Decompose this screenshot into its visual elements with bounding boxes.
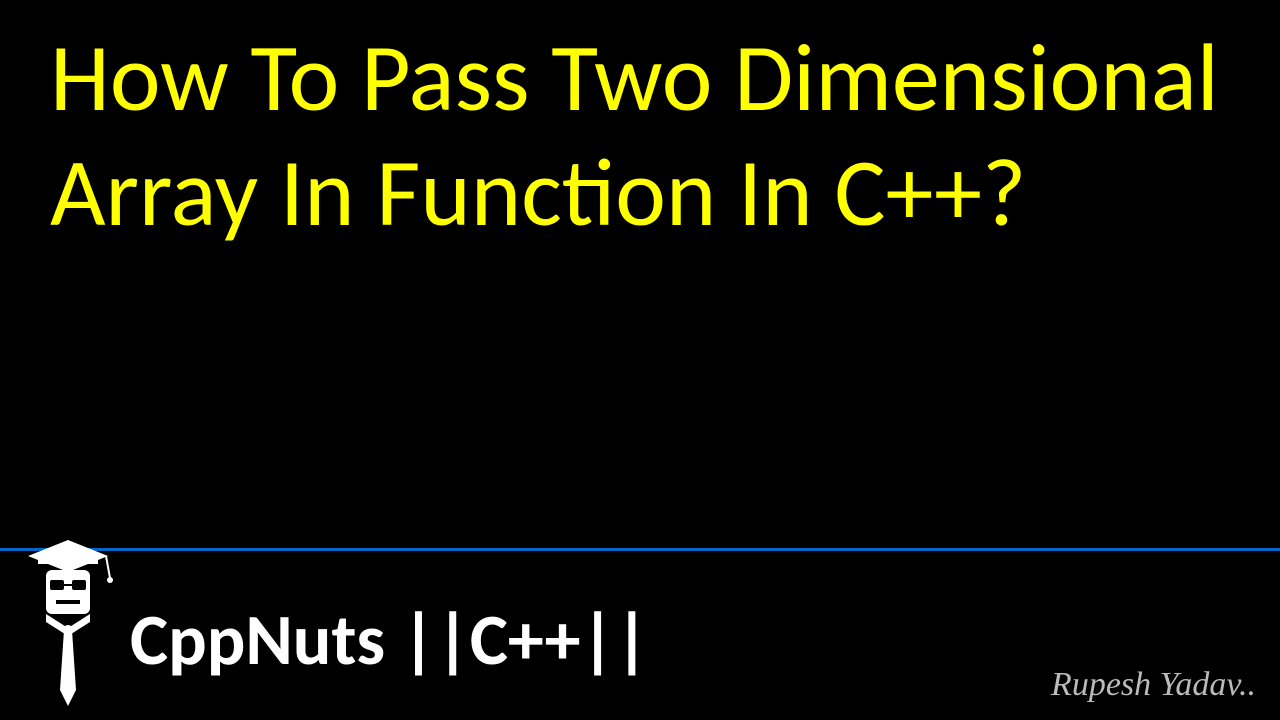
main-title: How To Pass Two Dimensional Array In Fun… (50, 20, 1230, 250)
channel-name: CppNuts ||C++|| (130, 596, 649, 684)
graduate-logo-icon (18, 530, 118, 710)
author-signature: Rupesh Yadav.. (1051, 666, 1256, 704)
divider-line (0, 548, 1280, 551)
